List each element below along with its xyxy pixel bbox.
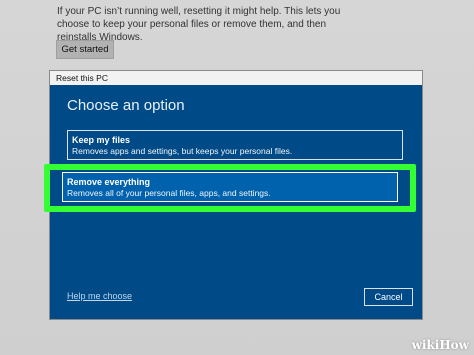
help-me-choose-link[interactable]: Help me choose (67, 291, 132, 301)
option-remove-everything[interactable]: Remove everything Removes all of your pe… (62, 172, 398, 202)
cancel-button[interactable]: Cancel (364, 288, 413, 306)
wikihow-watermark: wikiHow (411, 338, 469, 352)
reset-description: If your PC isn’t running well, resetting… (57, 6, 341, 43)
highlight-box: Remove everything Removes all of your pe… (44, 164, 416, 212)
option-subtitle: Removes all of your personal files, apps… (67, 188, 271, 198)
option-keep-my-files[interactable]: Keep my files Removes apps and settings,… (67, 130, 403, 160)
dialog-title: Reset this PC (50, 71, 422, 85)
option-subtitle: Removes apps and settings, but keeps you… (72, 146, 293, 156)
option-title: Remove everything (67, 177, 151, 187)
option-title: Keep my files (72, 135, 131, 145)
get-started-button[interactable]: Get started (56, 40, 114, 59)
dialog-heading: Choose an option (67, 97, 185, 114)
